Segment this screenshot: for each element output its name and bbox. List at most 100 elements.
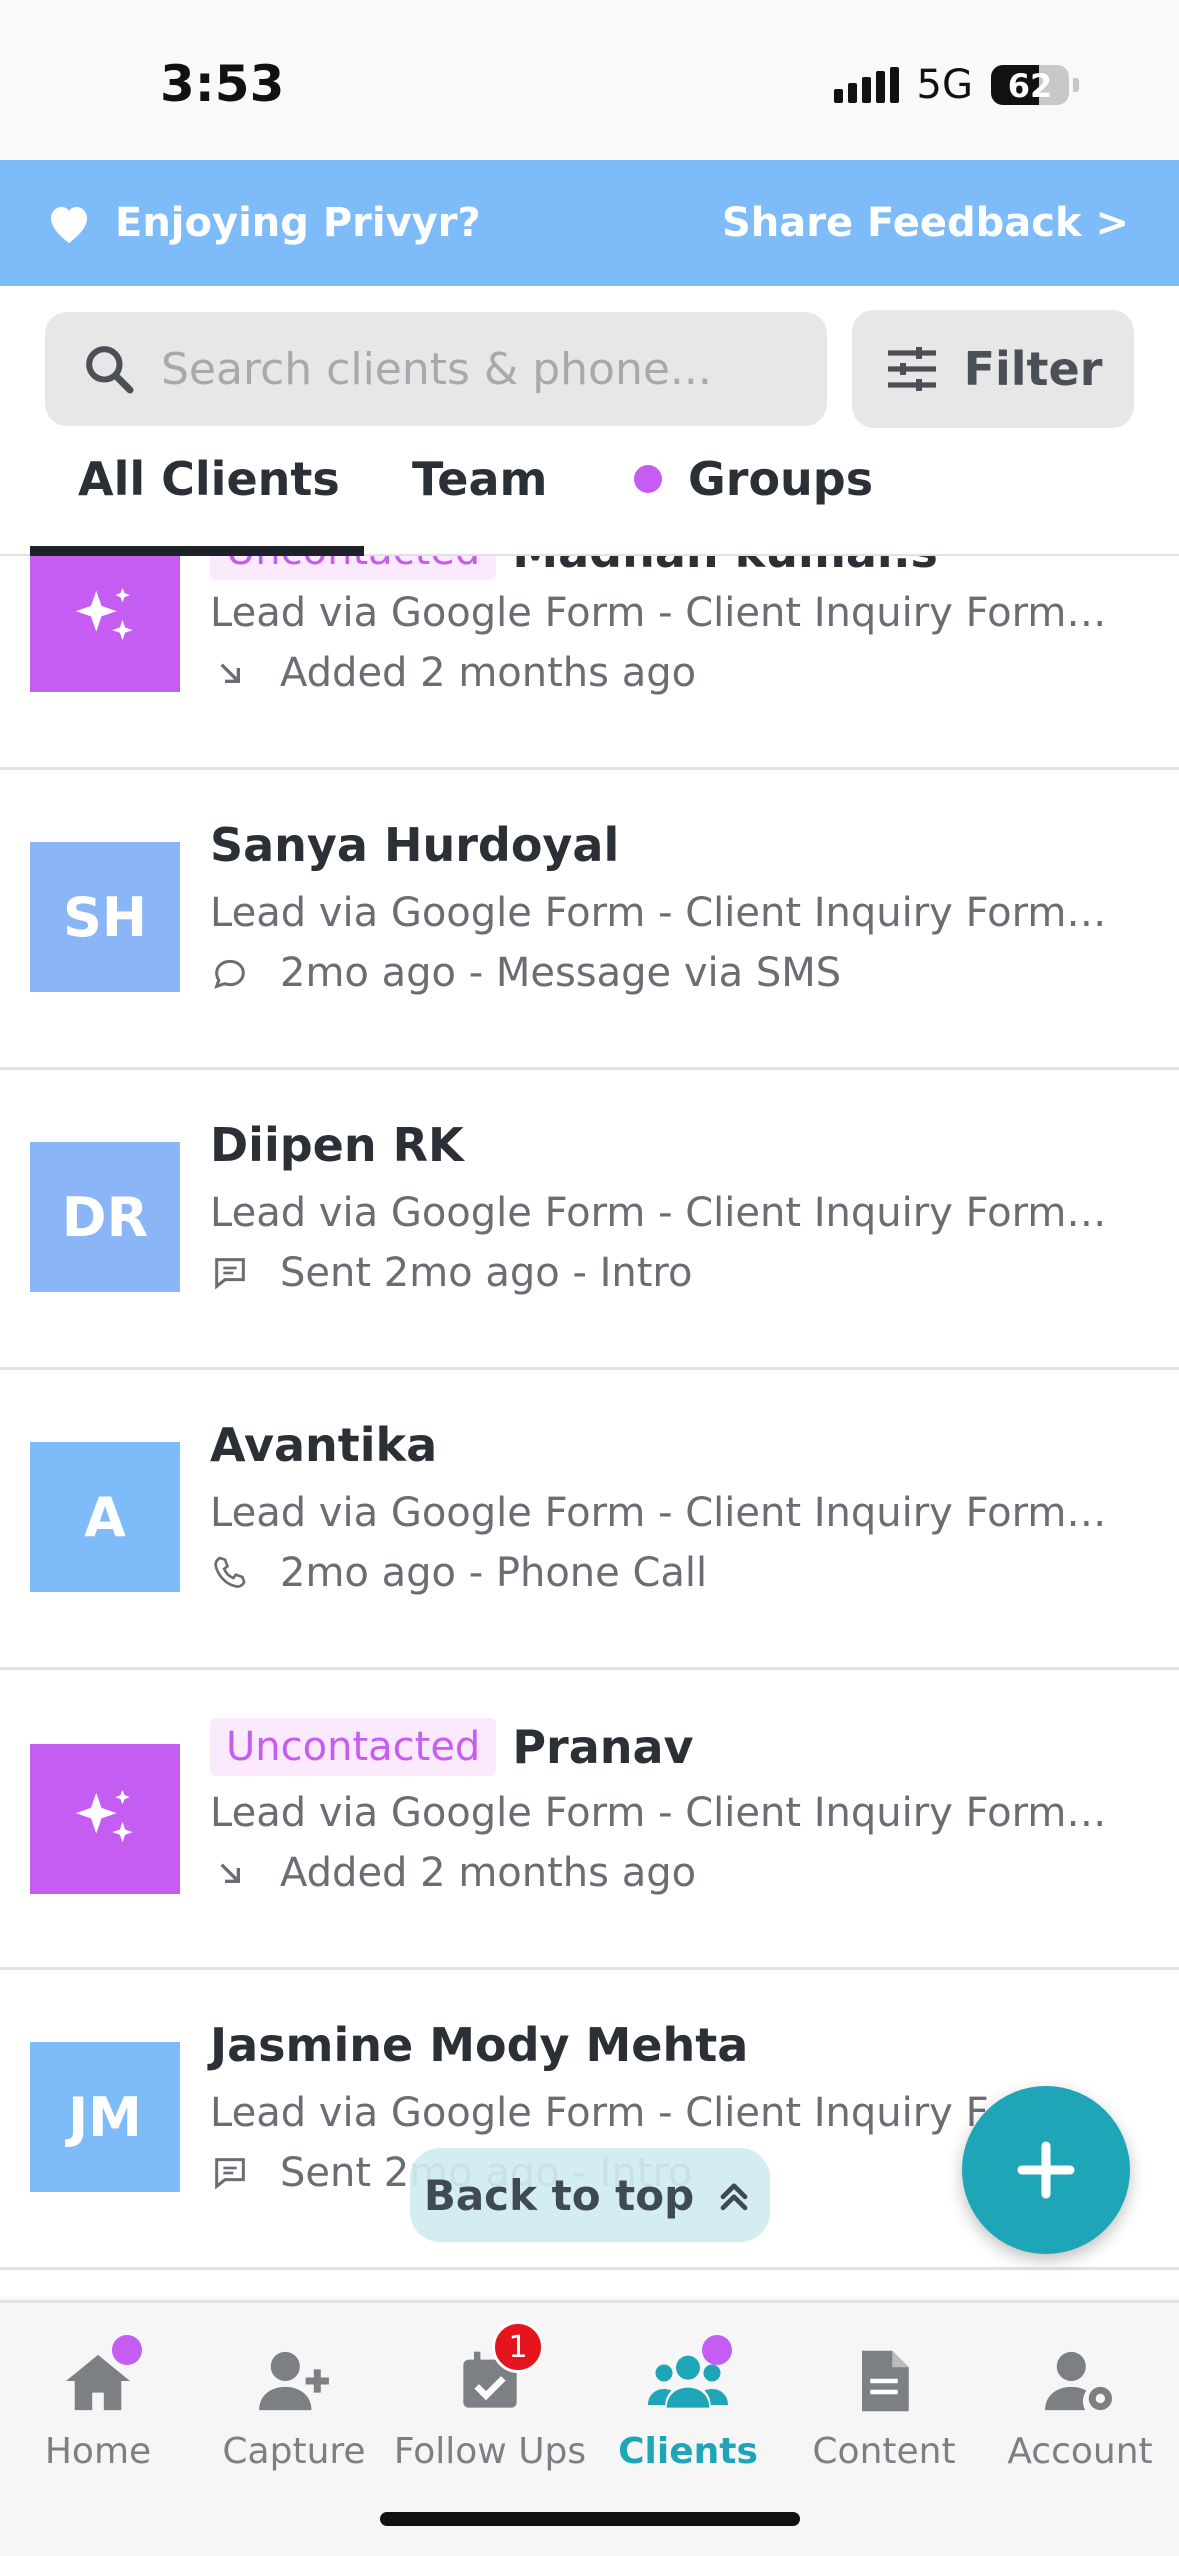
nav-label: Content [812, 2431, 956, 2472]
add-client-button[interactable] [962, 2086, 1130, 2254]
client-row[interactable]: DR Diipen RK Lead via Google Form - Clie… [0, 1070, 1179, 1370]
search-box[interactable] [45, 312, 827, 426]
nav-icon-wrap [1040, 2343, 1120, 2419]
back-to-top-label: Back to top [423, 2170, 695, 2220]
document-icon [862, 2350, 909, 2412]
client-row[interactable]: Uncontacted Madhan kumar.s Lead via Goog… [0, 556, 1179, 770]
nav-label: Home [44, 2431, 152, 2472]
client-name-row: Jasmine Mody Mehta [210, 2018, 748, 2072]
activity-text: Added 2 months ago [280, 1850, 697, 1896]
sparkles-icon [75, 587, 133, 641]
nav-icon-wrap [844, 2343, 924, 2419]
user-plus-icon [259, 2351, 329, 2411]
status-indicators: 5G 62 [833, 62, 1079, 108]
share-feedback-link[interactable]: Share Feedback > [722, 200, 1129, 246]
search-input[interactable] [161, 343, 801, 395]
status-time: 3:53 [160, 55, 285, 113]
activity-text: Added 2 months ago [280, 650, 697, 696]
nav-label: Clients [618, 2431, 758, 2472]
tab-team[interactable]: Team [412, 452, 547, 506]
nav-icon-wrap [254, 2343, 334, 2419]
battery-level: 62 [1007, 67, 1053, 105]
client-name-row: Sanya Hurdoyal [210, 818, 619, 872]
nav-content[interactable]: Content [786, 2343, 982, 2472]
client-row[interactable]: Uncontacted Pranav Lead via Google Form … [0, 1670, 1179, 1970]
nav-follow-ups[interactable]: 1 Follow Ups [392, 2321, 588, 2472]
user-gear-icon [1045, 2351, 1112, 2411]
nav-label: Account [1007, 2431, 1153, 2472]
arrow-down-right-icon [220, 663, 240, 683]
status-bar: 3:53 5G 62 [0, 0, 1179, 160]
battery-icon: 62 [991, 65, 1069, 105]
client-activity: Sent 2mo ago - Intro [210, 1250, 692, 1296]
client-name: Avantika [210, 1418, 438, 1472]
status-badge: Uncontacted [210, 556, 497, 580]
chat-bubble-icon [214, 959, 245, 989]
nav-label: Capture [222, 2431, 366, 2472]
active-tab-indicator [30, 546, 364, 556]
chevrons-up-icon [720, 2183, 748, 2211]
activity-text: Sent 2mo ago - Intro [280, 1250, 693, 1296]
avatar: DR [30, 1142, 180, 1292]
network-type: 5G [916, 62, 973, 108]
cellular-signal-icon [833, 67, 899, 103]
activity-text: 2mo ago - Phone Call [280, 1550, 708, 1596]
nav-icon-wrap [58, 2335, 142, 2419]
search-row: Filter [0, 286, 1179, 442]
notification-dot [112, 2335, 142, 2365]
client-list[interactable]: Uncontacted Madhan kumar.s Lead via Goog… [0, 556, 1179, 2296]
heart-icon [51, 207, 87, 243]
nav-capture[interactable]: Capture [196, 2343, 392, 2472]
groups-dot-icon [634, 464, 662, 493]
avatar: SH [30, 842, 180, 992]
client-tabs: All Clients Team Groups [0, 442, 1179, 556]
arrow-down-right-icon [220, 1863, 240, 1883]
client-row[interactable]: SH Sanya Hurdoyal Lead via Google Form -… [0, 770, 1179, 1070]
client-name-row: Diipen RK [210, 1118, 464, 1172]
nav-account[interactable]: Account [982, 2343, 1178, 2472]
new-lead-avatar [30, 556, 180, 692]
new-lead-avatar [30, 1744, 180, 1894]
sparkles-icon [75, 1789, 133, 1843]
message-square-icon [215, 1258, 245, 1290]
client-source: Lead via Google Form - Client Inquiry Fo… [210, 1490, 1110, 1536]
client-source: Lead via Google Form - Client Inquiry Fo… [210, 1190, 1110, 1236]
client-row[interactable]: A Avantika Lead via Google Form - Client… [0, 1370, 1179, 1670]
nav-icon-wrap [648, 2335, 732, 2419]
client-activity: Added 2 months ago [210, 1850, 696, 1896]
client-source: Lead via Google Form - Client Inquiry Fo… [210, 590, 1110, 636]
tab-label: Team [412, 452, 548, 506]
feedback-banner[interactable]: Enjoying Privyr? Share Feedback > [0, 160, 1179, 286]
client-source: Lead via Google Form - Client Inquiry Fo… [210, 1790, 1110, 1836]
banner-text: Enjoying Privyr? [115, 200, 481, 246]
tab-all-clients[interactable]: All Clients [78, 452, 340, 506]
client-name-row: Uncontacted Madhan kumar.s [210, 556, 938, 580]
client-activity: 2mo ago - Phone Call [210, 1550, 707, 1596]
client-name: Sanya Hurdoyal [210, 818, 620, 872]
tab-groups[interactable]: Groups [634, 452, 873, 506]
notification-dot [702, 2335, 732, 2365]
home-indicator [380, 2512, 800, 2526]
nav-icon-wrap: 1 [450, 2321, 544, 2419]
follow-ups-count-badge: 1 [492, 2321, 544, 2373]
filter-label: Filter [963, 342, 1103, 396]
battery-cap [1073, 78, 1079, 92]
tab-label: Groups [688, 452, 874, 506]
client-name: Jasmine Mody Mehta [210, 2018, 749, 2072]
nav-label: Follow Ups [393, 2431, 587, 2472]
message-square-icon [215, 2158, 245, 2190]
tab-label: All Clients [78, 452, 340, 506]
activity-text: 2mo ago - Message via SMS [280, 950, 842, 996]
avatar: A [30, 1442, 180, 1592]
sliders-icon [887, 347, 936, 391]
client-activity: 2mo ago - Message via SMS [210, 950, 841, 996]
filter-button[interactable]: Filter [852, 310, 1134, 428]
client-name: Madhan kumar.s [512, 556, 938, 578]
plus-icon [1017, 2141, 1075, 2199]
phone-icon [214, 1556, 246, 1588]
client-name-row: Avantika [210, 1418, 437, 1472]
nav-clients[interactable]: Clients [590, 2335, 786, 2472]
avatar: JM [30, 2042, 180, 2192]
back-to-top-button[interactable]: Back to top [410, 2148, 770, 2242]
nav-home[interactable]: Home [0, 2335, 196, 2472]
